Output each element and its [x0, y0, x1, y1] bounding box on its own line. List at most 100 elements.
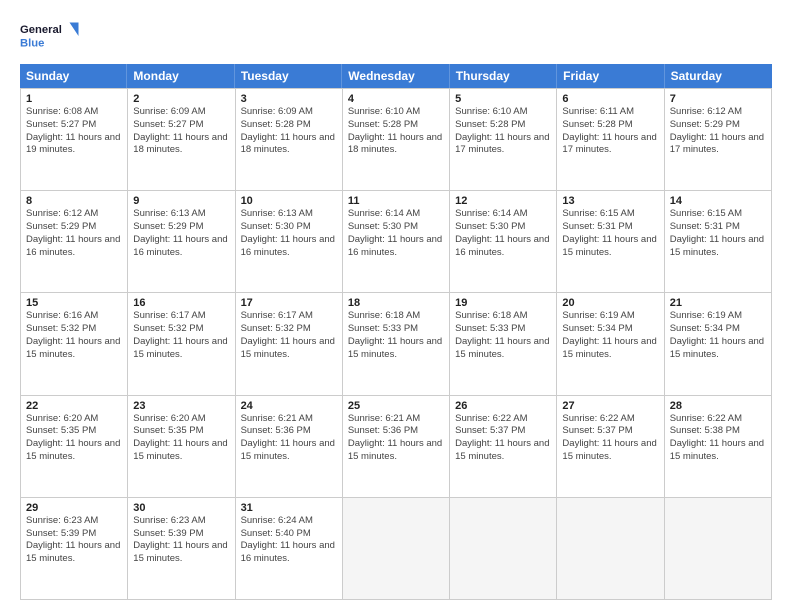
day-number: 26 [455, 400, 551, 412]
day-cell-empty [343, 498, 450, 600]
day-header-saturday: Saturday [665, 64, 772, 88]
week-row-5: 29 Sunrise: 6:23 AMSunset: 5:39 PMDaylig… [21, 498, 772, 600]
day-cell-20: 20 Sunrise: 6:19 AMSunset: 5:34 PMDaylig… [557, 293, 664, 395]
day-info: Sunrise: 6:15 AMSunset: 5:31 PMDaylight:… [670, 208, 764, 257]
day-info: Sunrise: 6:08 AMSunset: 5:27 PMDaylight:… [26, 106, 120, 155]
day-header-monday: Monday [127, 64, 234, 88]
day-info: Sunrise: 6:22 AMSunset: 5:38 PMDaylight:… [670, 413, 764, 462]
day-cell-5: 5 Sunrise: 6:10 AMSunset: 5:28 PMDayligh… [450, 89, 557, 191]
day-cell-16: 16 Sunrise: 6:17 AMSunset: 5:32 PMDaylig… [128, 293, 235, 395]
day-cell-27: 27 Sunrise: 6:22 AMSunset: 5:37 PMDaylig… [557, 396, 664, 498]
day-cell-19: 19 Sunrise: 6:18 AMSunset: 5:33 PMDaylig… [450, 293, 557, 395]
day-info: Sunrise: 6:17 AMSunset: 5:32 PMDaylight:… [241, 310, 335, 359]
calendar-header: SundayMondayTuesdayWednesdayThursdayFrid… [20, 64, 772, 88]
day-cell-30: 30 Sunrise: 6:23 AMSunset: 5:39 PMDaylig… [128, 498, 235, 600]
day-cell-1: 1 Sunrise: 6:08 AMSunset: 5:27 PMDayligh… [21, 89, 128, 191]
day-cell-15: 15 Sunrise: 6:16 AMSunset: 5:32 PMDaylig… [21, 293, 128, 395]
day-cell-10: 10 Sunrise: 6:13 AMSunset: 5:30 PMDaylig… [236, 191, 343, 293]
day-cell-17: 17 Sunrise: 6:17 AMSunset: 5:32 PMDaylig… [236, 293, 343, 395]
day-cell-31: 31 Sunrise: 6:24 AMSunset: 5:40 PMDaylig… [236, 498, 343, 600]
day-cell-11: 11 Sunrise: 6:14 AMSunset: 5:30 PMDaylig… [343, 191, 450, 293]
day-info: Sunrise: 6:23 AMSunset: 5:39 PMDaylight:… [26, 515, 120, 564]
day-info: Sunrise: 6:18 AMSunset: 5:33 PMDaylight:… [455, 310, 549, 359]
day-header-wednesday: Wednesday [342, 64, 449, 88]
day-cell-7: 7 Sunrise: 6:12 AMSunset: 5:29 PMDayligh… [665, 89, 772, 191]
day-cell-4: 4 Sunrise: 6:10 AMSunset: 5:28 PMDayligh… [343, 89, 450, 191]
day-number: 3 [241, 93, 337, 105]
day-cell-28: 28 Sunrise: 6:22 AMSunset: 5:38 PMDaylig… [665, 396, 772, 498]
day-info: Sunrise: 6:23 AMSunset: 5:39 PMDaylight:… [133, 515, 227, 564]
day-cell-22: 22 Sunrise: 6:20 AMSunset: 5:35 PMDaylig… [21, 396, 128, 498]
day-cell-6: 6 Sunrise: 6:11 AMSunset: 5:28 PMDayligh… [557, 89, 664, 191]
day-info: Sunrise: 6:21 AMSunset: 5:36 PMDaylight:… [241, 413, 335, 462]
day-info: Sunrise: 6:20 AMSunset: 5:35 PMDaylight:… [133, 413, 227, 462]
day-number: 28 [670, 400, 766, 412]
day-info: Sunrise: 6:10 AMSunset: 5:28 PMDaylight:… [455, 106, 549, 155]
day-info: Sunrise: 6:10 AMSunset: 5:28 PMDaylight:… [348, 106, 442, 155]
day-cell-empty [557, 498, 664, 600]
day-info: Sunrise: 6:11 AMSunset: 5:28 PMDaylight:… [562, 106, 656, 155]
day-info: Sunrise: 6:22 AMSunset: 5:37 PMDaylight:… [455, 413, 549, 462]
day-header-tuesday: Tuesday [235, 64, 342, 88]
day-number: 1 [26, 93, 122, 105]
day-info: Sunrise: 6:20 AMSunset: 5:35 PMDaylight:… [26, 413, 120, 462]
day-info: Sunrise: 6:12 AMSunset: 5:29 PMDaylight:… [26, 208, 120, 257]
day-number: 5 [455, 93, 551, 105]
week-row-1: 1 Sunrise: 6:08 AMSunset: 5:27 PMDayligh… [21, 89, 772, 191]
day-number: 6 [562, 93, 658, 105]
day-number: 13 [562, 195, 658, 207]
day-info: Sunrise: 6:24 AMSunset: 5:40 PMDaylight:… [241, 515, 335, 564]
day-number: 21 [670, 297, 766, 309]
day-info: Sunrise: 6:22 AMSunset: 5:37 PMDaylight:… [562, 413, 656, 462]
day-number: 14 [670, 195, 766, 207]
day-number: 20 [562, 297, 658, 309]
day-cell-24: 24 Sunrise: 6:21 AMSunset: 5:36 PMDaylig… [236, 396, 343, 498]
day-info: Sunrise: 6:17 AMSunset: 5:32 PMDaylight:… [133, 310, 227, 359]
day-number: 18 [348, 297, 444, 309]
week-row-3: 15 Sunrise: 6:16 AMSunset: 5:32 PMDaylig… [21, 293, 772, 395]
day-number: 24 [241, 400, 337, 412]
day-info: Sunrise: 6:21 AMSunset: 5:36 PMDaylight:… [348, 413, 442, 462]
day-info: Sunrise: 6:14 AMSunset: 5:30 PMDaylight:… [348, 208, 442, 257]
page-header: General Blue [20, 16, 772, 56]
day-info: Sunrise: 6:15 AMSunset: 5:31 PMDaylight:… [562, 208, 656, 257]
day-number: 4 [348, 93, 444, 105]
day-info: Sunrise: 6:16 AMSunset: 5:32 PMDaylight:… [26, 310, 120, 359]
day-info: Sunrise: 6:19 AMSunset: 5:34 PMDaylight:… [562, 310, 656, 359]
day-number: 11 [348, 195, 444, 207]
day-number: 30 [133, 502, 229, 514]
day-cell-25: 25 Sunrise: 6:21 AMSunset: 5:36 PMDaylig… [343, 396, 450, 498]
day-number: 16 [133, 297, 229, 309]
day-cell-29: 29 Sunrise: 6:23 AMSunset: 5:39 PMDaylig… [21, 498, 128, 600]
day-cell-18: 18 Sunrise: 6:18 AMSunset: 5:33 PMDaylig… [343, 293, 450, 395]
day-info: Sunrise: 6:18 AMSunset: 5:33 PMDaylight:… [348, 310, 442, 359]
day-cell-23: 23 Sunrise: 6:20 AMSunset: 5:35 PMDaylig… [128, 396, 235, 498]
calendar: SundayMondayTuesdayWednesdayThursdayFrid… [20, 64, 772, 600]
day-cell-3: 3 Sunrise: 6:09 AMSunset: 5:28 PMDayligh… [236, 89, 343, 191]
day-cell-21: 21 Sunrise: 6:19 AMSunset: 5:34 PMDaylig… [665, 293, 772, 395]
calendar-body: 1 Sunrise: 6:08 AMSunset: 5:27 PMDayligh… [20, 88, 772, 600]
svg-text:Blue: Blue [20, 38, 44, 50]
day-info: Sunrise: 6:09 AMSunset: 5:28 PMDaylight:… [241, 106, 335, 155]
day-number: 10 [241, 195, 337, 207]
day-cell-12: 12 Sunrise: 6:14 AMSunset: 5:30 PMDaylig… [450, 191, 557, 293]
day-info: Sunrise: 6:13 AMSunset: 5:30 PMDaylight:… [241, 208, 335, 257]
day-cell-8: 8 Sunrise: 6:12 AMSunset: 5:29 PMDayligh… [21, 191, 128, 293]
day-number: 7 [670, 93, 766, 105]
day-number: 23 [133, 400, 229, 412]
day-number: 22 [26, 400, 122, 412]
day-cell-14: 14 Sunrise: 6:15 AMSunset: 5:31 PMDaylig… [665, 191, 772, 293]
day-info: Sunrise: 6:13 AMSunset: 5:29 PMDaylight:… [133, 208, 227, 257]
logo: General Blue [20, 16, 80, 56]
day-number: 15 [26, 297, 122, 309]
day-number: 19 [455, 297, 551, 309]
day-header-friday: Friday [557, 64, 664, 88]
day-number: 12 [455, 195, 551, 207]
day-cell-9: 9 Sunrise: 6:13 AMSunset: 5:29 PMDayligh… [128, 191, 235, 293]
day-header-thursday: Thursday [450, 64, 557, 88]
logo-svg: General Blue [20, 16, 80, 56]
day-cell-empty [665, 498, 772, 600]
day-cell-26: 26 Sunrise: 6:22 AMSunset: 5:37 PMDaylig… [450, 396, 557, 498]
svg-text:General: General [20, 24, 62, 36]
day-header-sunday: Sunday [20, 64, 127, 88]
